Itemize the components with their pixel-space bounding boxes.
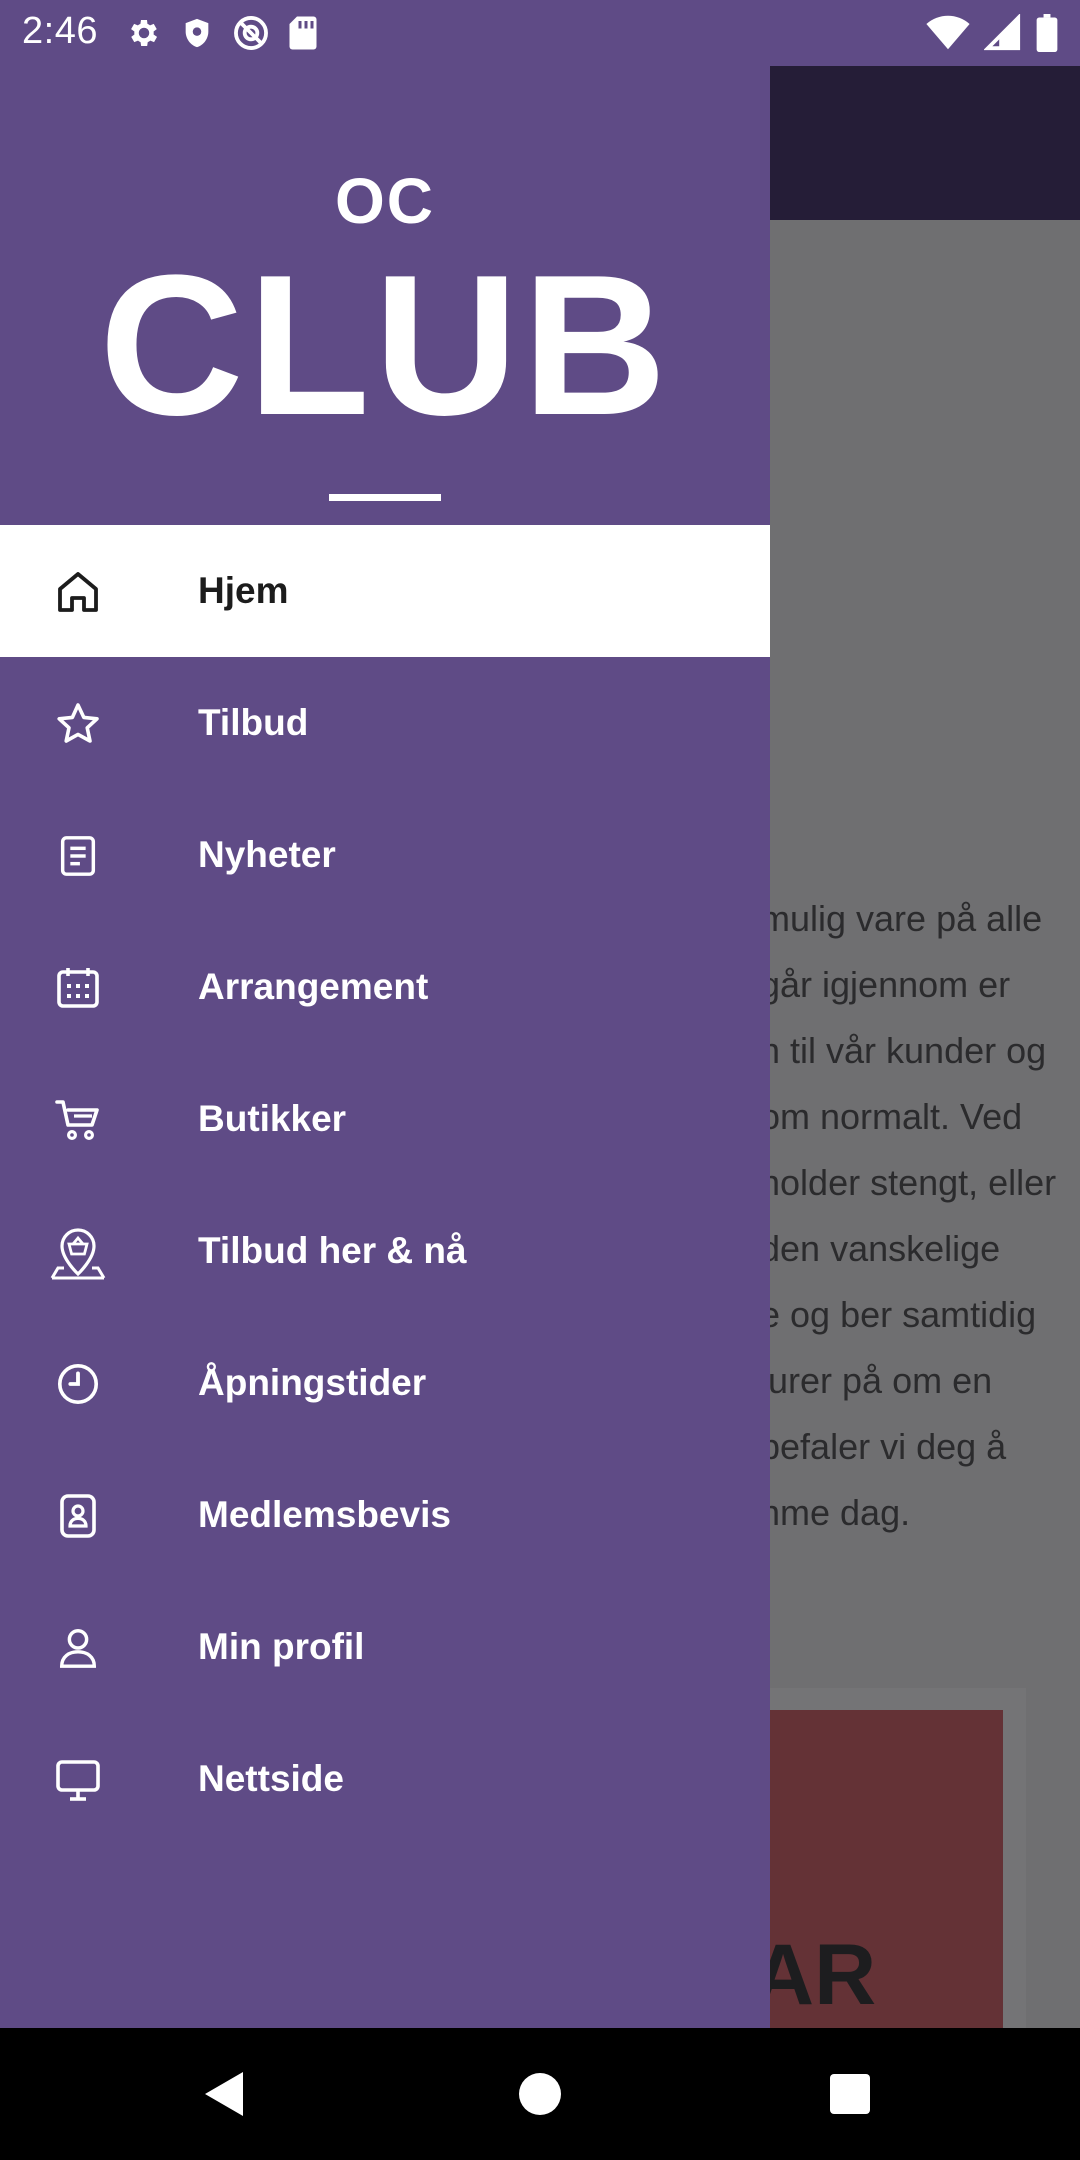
drawer-item-label: Min profil bbox=[198, 1626, 365, 1667]
drawer-item-label: Medlemsbevis bbox=[198, 1494, 451, 1535]
drawer-item-min-profil[interactable]: Min profil bbox=[0, 1581, 770, 1713]
drawer-item-tilbud-her-og-na[interactable]: Tilbud her & nå bbox=[0, 1185, 770, 1317]
member-card-icon bbox=[48, 1491, 108, 1541]
drawer-item-label: Tilbud bbox=[198, 702, 309, 743]
drawer-item-label: Tilbud her & nå bbox=[198, 1230, 467, 1271]
club-logo: OC CLUB bbox=[0, 66, 770, 525]
battery-icon bbox=[1036, 14, 1058, 52]
monitor-icon bbox=[48, 1755, 108, 1805]
cart-icon bbox=[48, 1095, 108, 1145]
logo-oc-text: OC bbox=[335, 165, 435, 237]
article-line: n til vår kunder og bbox=[760, 1030, 1047, 1071]
article-line: nme dag. bbox=[760, 1492, 911, 1533]
clock-icon bbox=[48, 1359, 108, 1409]
drawer-item-nettside[interactable]: Nettside bbox=[0, 1713, 770, 1845]
drawer-item-label: Hjem bbox=[198, 570, 289, 611]
status-bar: 2:46 bbox=[0, 0, 1080, 66]
document-icon bbox=[48, 831, 108, 881]
background-card-text: AR bbox=[752, 1927, 877, 2023]
settings-icon bbox=[126, 15, 162, 51]
back-button[interactable] bbox=[165, 2028, 285, 2160]
drawer-item-arrangement[interactable]: Arrangement bbox=[0, 921, 770, 1053]
drawer-item-butikker[interactable]: Butikker bbox=[0, 1053, 770, 1185]
article-line: mulig vare på alle bbox=[760, 898, 1043, 939]
logo-club-text: CLUB bbox=[99, 234, 671, 457]
drawer-item-hjem[interactable]: Hjem bbox=[0, 525, 770, 657]
location-basket-icon bbox=[48, 1227, 108, 1280]
article-line: om normalt. Ved bbox=[760, 1096, 1023, 1137]
drawer-item-label: Butikker bbox=[198, 1098, 347, 1139]
recents-button[interactable] bbox=[790, 2028, 910, 2160]
back-icon bbox=[205, 2072, 243, 2116]
navigation-drawer: OC CLUB Hjem Tilbud Nyheter Arrangement … bbox=[0, 0, 770, 2028]
article-line: den vanskelige bbox=[760, 1228, 1001, 1269]
home-button[interactable] bbox=[480, 2028, 600, 2160]
drawer-item-nyheter[interactable]: Nyheter bbox=[0, 789, 770, 921]
drawer-item-label: Arrangement bbox=[198, 966, 429, 1007]
home-icon bbox=[48, 567, 108, 617]
signal-icon bbox=[984, 14, 1022, 52]
drawer-item-label: Nettside bbox=[198, 1758, 344, 1799]
article-line: e og ber samtidig bbox=[760, 1294, 1037, 1335]
background-article-text: mulig vare på alle går igjennom er n til… bbox=[760, 886, 1080, 1546]
article-line: går igjennom er bbox=[760, 964, 1011, 1005]
drawer-item-label: Nyheter bbox=[198, 834, 336, 875]
drawer-item-tilbud[interactable]: Tilbud bbox=[0, 657, 770, 789]
article-line: befaler vi deg å bbox=[760, 1426, 1007, 1467]
status-time: 2:46 bbox=[22, 10, 98, 52]
drawer-menu: Hjem Tilbud Nyheter Arrangement Butikker bbox=[0, 525, 770, 1845]
logo-underline bbox=[329, 494, 441, 501]
recents-icon bbox=[830, 2074, 870, 2114]
article-line: lurer på om en bbox=[760, 1360, 993, 1401]
drawer-item-label: Åpningstider bbox=[198, 1362, 427, 1403]
user-icon bbox=[48, 1623, 108, 1673]
drawer-item-apningstider[interactable]: Åpningstider bbox=[0, 1317, 770, 1449]
wifi-icon bbox=[926, 15, 970, 51]
star-icon bbox=[48, 699, 108, 749]
home-circle-icon bbox=[519, 2073, 561, 2115]
system-nav-bar bbox=[0, 2028, 1080, 2160]
calendar-icon bbox=[48, 963, 108, 1013]
shield-icon bbox=[180, 15, 214, 51]
drawer-item-medlemsbevis[interactable]: Medlemsbevis bbox=[0, 1449, 770, 1581]
at-sign-icon bbox=[232, 14, 270, 52]
article-line: holder stengt, eller bbox=[760, 1162, 1057, 1203]
sd-card-icon bbox=[288, 15, 318, 51]
